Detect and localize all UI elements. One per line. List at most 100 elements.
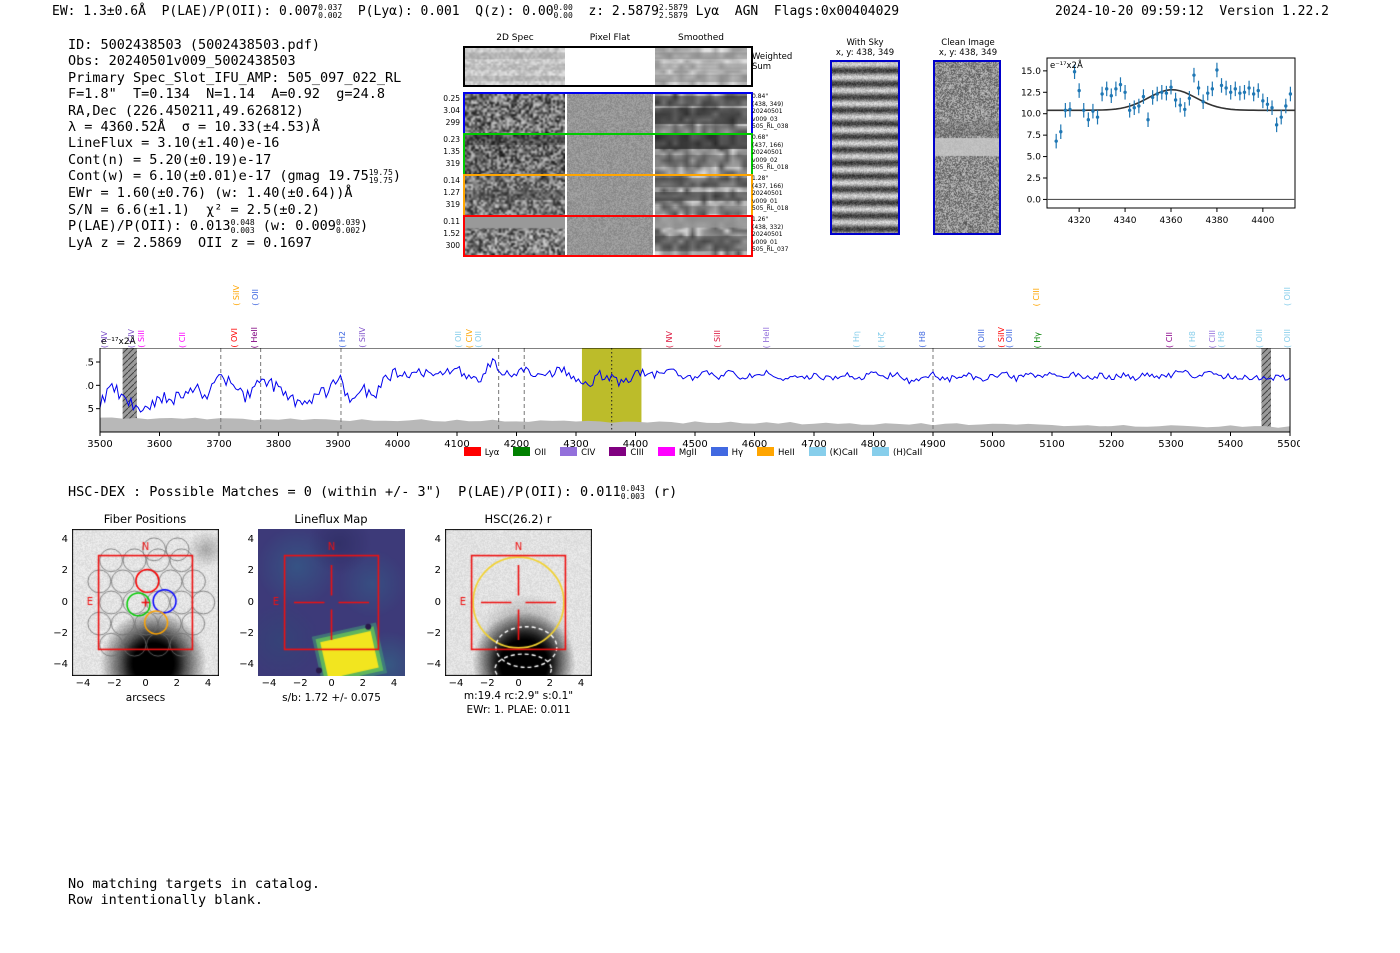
legend-label: Hγ: [731, 448, 743, 458]
y-axis-tick-label: 4: [61, 533, 68, 545]
emission-line-label: ( OIII: [1283, 328, 1293, 348]
svg-text:15: 15: [86, 358, 94, 369]
spec2d-row-right-meta: 1.26" (438, 332) 20240501 v009_01 505_RL_037: [752, 216, 789, 253]
x-axis-tick-label: 2: [359, 678, 366, 689]
spec2d-row-left-values: 0.14 1.27 319: [443, 176, 460, 209]
text-segment: λ = 4360.52Å σ = 10.33(±4.53)Å: [68, 119, 320, 136]
cleanimage-title: Clean Image x, y: 438, 349: [938, 38, 998, 58]
info-line: EWr = 1.60(±0.76) (w: 1.40(±0.64))Å: [68, 185, 468, 201]
svg-text:4320: 4320: [1068, 216, 1091, 226]
y-axis-tick-label: 4: [247, 533, 254, 545]
info-line: F=1.8" T=0.134 N=1.14 A=0.92 g=24.8: [68, 86, 468, 102]
x-axis-tick-label: 4: [577, 678, 585, 689]
stacked-uncertainty: 0.043 0.003: [620, 484, 645, 501]
hscdex-match-line: HSC-DEX : Possible Matches = 0 (within +…: [68, 484, 677, 501]
legend-label: CIII: [630, 448, 644, 458]
x-axis-tick-label: 0: [328, 678, 335, 689]
legend-swatch: [657, 447, 675, 456]
info-line: Cont(n) = 5.20(±0.19)e-17: [68, 152, 468, 168]
svg-text:2.5: 2.5: [1027, 174, 1041, 184]
svg-text:e⁻¹⁷x2Å: e⁻¹⁷x2Å: [1050, 59, 1083, 71]
spectrum-units-annotation: e⁻¹⁷x2Å: [101, 337, 136, 347]
legend-item: Lyα: [463, 447, 499, 458]
fiber-xlabel: arcsecs: [125, 692, 166, 704]
fiber-positions-panel: Fiber Positions arcsecs −4 −4 −2 −2 0 0 2 2 4 4: [50, 510, 245, 725]
y-axis-tick-label: 0: [61, 596, 68, 608]
legend-item: CIV: [560, 447, 595, 458]
y-axis-tick-label: 2: [434, 565, 441, 577]
fiber-positions-title: Fiber Positions: [103, 512, 187, 526]
fiber-positions-image: [72, 529, 219, 676]
header-meta: 2024-10-20 09:59:12 Version 1.22.2: [1055, 4, 1329, 19]
full-spectrum-plot: 3500 3600 3700 3800 3900 4000 4100 4200 4300 4400…: [81, 347, 1303, 450]
report-version: Version 1.22.2: [1219, 4, 1329, 19]
svg-text:5: 5: [88, 404, 94, 415]
spec2d-image: [465, 94, 565, 134]
spec2d-row: [463, 215, 753, 257]
legend-label: (H)CaII: [893, 448, 923, 458]
y-axis-tick-label: −4: [53, 659, 68, 671]
smoothed-image: [655, 94, 747, 134]
y-axis-tick-label: 4: [434, 533, 441, 545]
svg-text:7.5: 7.5: [1027, 131, 1041, 141]
footer-note-2: Row intentionally blank.: [68, 892, 264, 908]
svg-text:0.0: 0.0: [1027, 195, 1042, 205]
emission-line-label: ( Hη: [851, 331, 861, 348]
emission-line-label: ( HeII: [761, 326, 771, 348]
emission-line-label: ( H8: [1217, 331, 1227, 348]
weighted-sum-label: Weighted Sum: [752, 52, 793, 72]
legend-swatch: [808, 447, 826, 456]
text-segment: z: 2.5879: [572, 4, 659, 19]
legend-label: (K)CaII: [829, 448, 859, 458]
legend-label: OII: [534, 448, 547, 458]
text-segment: Lyα AGN Flags:0x00404029: [687, 4, 900, 19]
line-fit-plot-svg: 0.0 2.5 5.0 7.5 10.0 12.5 15.0 4320 4340 4360 4380…: [1021, 57, 1296, 226]
text-segment: F=1.8" T=0.134 N=1.14 A=0.92 g=24.8: [68, 86, 385, 103]
spec2d-row: [463, 174, 753, 218]
report-datetime: 2024-10-20 09:59:12: [1055, 4, 1204, 19]
emission-line-label: ( Hγ: [1033, 331, 1043, 348]
text-segment: EWr = 1.60(±0.76) (w: 1.40(±0.64))Å: [68, 185, 353, 202]
stacked-uncertainty: 0.048 0.003: [230, 218, 255, 236]
spec2d-row-left-values: 0.25 3.04 299: [443, 94, 460, 127]
svg-text:4380: 4380: [1205, 216, 1228, 226]
emission-line-label: ( H2: [337, 331, 347, 348]
text-segment: HSC-DEX : Possible Matches = 0 (within +…: [68, 484, 621, 500]
legend-swatch: [609, 447, 627, 456]
line-fit-plot: 0.0 2.5 5.0 7.5 10.0 12.5 15.0 4320 4340 4360 4380…: [1015, 52, 1305, 232]
spec2d-image: [465, 176, 565, 216]
legend-label: CIV: [581, 448, 596, 458]
withsky-image-panel: [830, 60, 900, 235]
spec2d-row: [463, 92, 753, 136]
info-line: S/N = 6.6(±1.1) χ² = 2.5(±0.2): [68, 202, 468, 218]
spec2d-image: [465, 135, 565, 175]
smoothed-image: [655, 217, 747, 255]
emission-line-label: ( NV: [665, 330, 674, 348]
info-line: LyA z = 2.5869 OII z = 0.1697: [68, 235, 468, 251]
x-axis-tick-label: −4: [448, 678, 464, 689]
emission-line-label: ( H8: [1188, 331, 1197, 348]
header-measurements: EW: 1.3±0.6Å P(LAE)/P(OII): 0.007 0.037 0.…: [52, 3, 900, 20]
y-axis-tick-label: −2: [426, 627, 441, 639]
spec2d-row-left-values: 0.23 1.35 319: [443, 135, 460, 168]
text-segment: LyA z = 2.5869 OII z = 0.1697: [68, 235, 312, 252]
hsc-caption-1: m:19.4 rc:2.9" s:0.1": [463, 690, 574, 702]
x-axis-tick-label: −4: [261, 678, 277, 689]
hsc-cutout-image: [445, 529, 592, 676]
x-axis-tick-label: 0: [142, 678, 149, 689]
legend-item: (H)CaII: [872, 447, 922, 458]
y-axis-tick-label: 0: [247, 596, 254, 608]
y-axis-tick-label: −2: [239, 627, 254, 639]
svg-text:5.0: 5.0: [1027, 153, 1042, 163]
text-segment: ID: 5002438503 (5002438503.pdf): [68, 37, 320, 53]
emission-line-label: ( SiIV: [357, 327, 367, 348]
svg-text:15.0: 15.0: [1021, 67, 1041, 77]
svg-text:12.5: 12.5: [1021, 88, 1041, 98]
svg-text:4340: 4340: [1114, 216, 1137, 226]
stacked-uncertainty: 0.037 0.002: [318, 3, 343, 20]
emission-line-label: ( OIII: [1283, 286, 1293, 306]
header-summary-line: EW: 1.3±0.6Å P(LAE)/P(OII): 0.007 0.037 0.…: [52, 4, 899, 20]
emission-line-label: ( OIII: [976, 328, 986, 348]
y-axis-tick-label: −4: [426, 659, 441, 671]
y-axis-tick-label: −2: [53, 627, 68, 639]
